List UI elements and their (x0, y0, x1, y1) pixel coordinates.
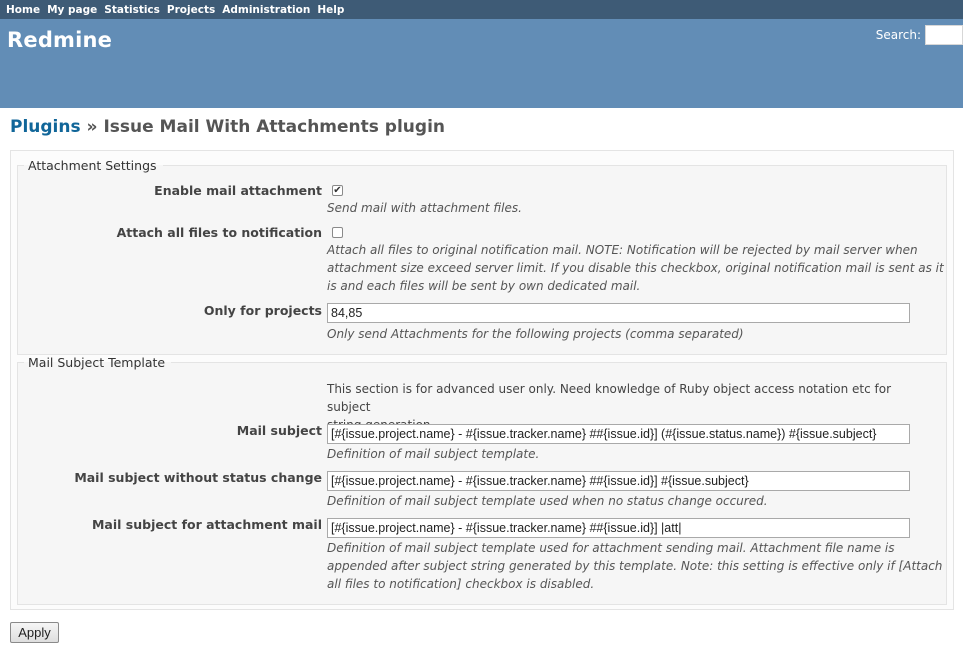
enable-mail-attachment-hint: Send mail with attachment files. (327, 201, 522, 215)
attachment-settings-legend: Attachment Settings (28, 158, 157, 173)
page-title: Plugins » Issue Mail With Attachments pl… (10, 117, 445, 137)
attach-all-files-hint-line: attachment size exceed server limit. If … (327, 261, 944, 275)
breadcrumb-separator: » (80, 117, 104, 137)
attachment-hint-line: all files to notification] checkbox is d… (327, 577, 595, 591)
menu-home[interactable]: Home (6, 4, 40, 16)
mail-subject-hint: Definition of mail subject template. (327, 447, 540, 461)
menu-projects[interactable]: Projects (167, 4, 215, 16)
app-title[interactable]: Redmine (7, 28, 112, 52)
attach-all-files-hint-line: Attach all files to original notificatio… (327, 243, 918, 257)
top-menu: Home My page Statistics Projects Adminis… (0, 0, 963, 19)
mail-subject-input[interactable]: [#{issue.project.name} - #{issue.tracker… (327, 424, 910, 444)
mail-subject-attachment-label: Mail subject for attachment mail (91, 517, 322, 532)
mail-subject-no-status-input[interactable]: [#{issue.project.name} - #{issue.tracker… (327, 471, 910, 491)
header: Redmine Search: (0, 19, 963, 108)
attach-all-files-hint-line: is and each files will be sent by own de… (327, 279, 641, 293)
search-label: Search: (875, 28, 921, 42)
check-icon: ✔ (333, 184, 342, 196)
menu-my-page[interactable]: My page (47, 4, 97, 16)
mail-subject-attachment-input[interactable]: [#{issue.project.name} - #{issue.tracker… (327, 518, 910, 538)
attach-all-files-label: Attach all files to notification (116, 225, 322, 240)
attach-all-files-checkbox[interactable] (332, 227, 343, 238)
attachment-hint-line: appended after subject string generated … (327, 559, 943, 573)
menu-administration[interactable]: Administration (222, 4, 310, 16)
quick-search: Search: (876, 25, 963, 45)
mail-subject-no-status-label: Mail subject without status change (74, 470, 322, 485)
only-for-projects-hint: Only send Attachments for the following … (327, 327, 744, 341)
mail-subject-template-legend: Mail Subject Template (28, 355, 166, 370)
mail-subject-no-status-hint: Definition of mail subject template used… (327, 494, 768, 508)
mail-subject-label: Mail subject (236, 423, 322, 438)
apply-button[interactable]: Apply (10, 622, 59, 643)
enable-mail-attachment-label: Enable mail attachment (154, 183, 322, 198)
enable-mail-attachment-checkbox[interactable]: ✔ (332, 185, 343, 196)
menu-statistics[interactable]: Statistics (104, 4, 160, 16)
page-title-current: Issue Mail With Attachments plugin (103, 117, 446, 137)
search-input[interactable] (925, 25, 963, 45)
attachment-hint-line: Definition of mail subject template used… (327, 541, 895, 555)
attach-all-files-hint: Attach all files to original notificatio… (327, 241, 947, 295)
intro-line: This section is for advanced user only. … (327, 382, 892, 414)
menu-help[interactable]: Help (317, 4, 344, 16)
mail-subject-attachment-hint: Definition of mail subject template used… (327, 539, 947, 593)
breadcrumb-plugins-link[interactable]: Plugins (10, 117, 81, 137)
only-for-projects-input[interactable]: 84,85 (327, 303, 910, 323)
settings-box: Attachment Settings Enable mail attachme… (10, 150, 954, 610)
only-for-projects-label: Only for projects (203, 303, 322, 318)
